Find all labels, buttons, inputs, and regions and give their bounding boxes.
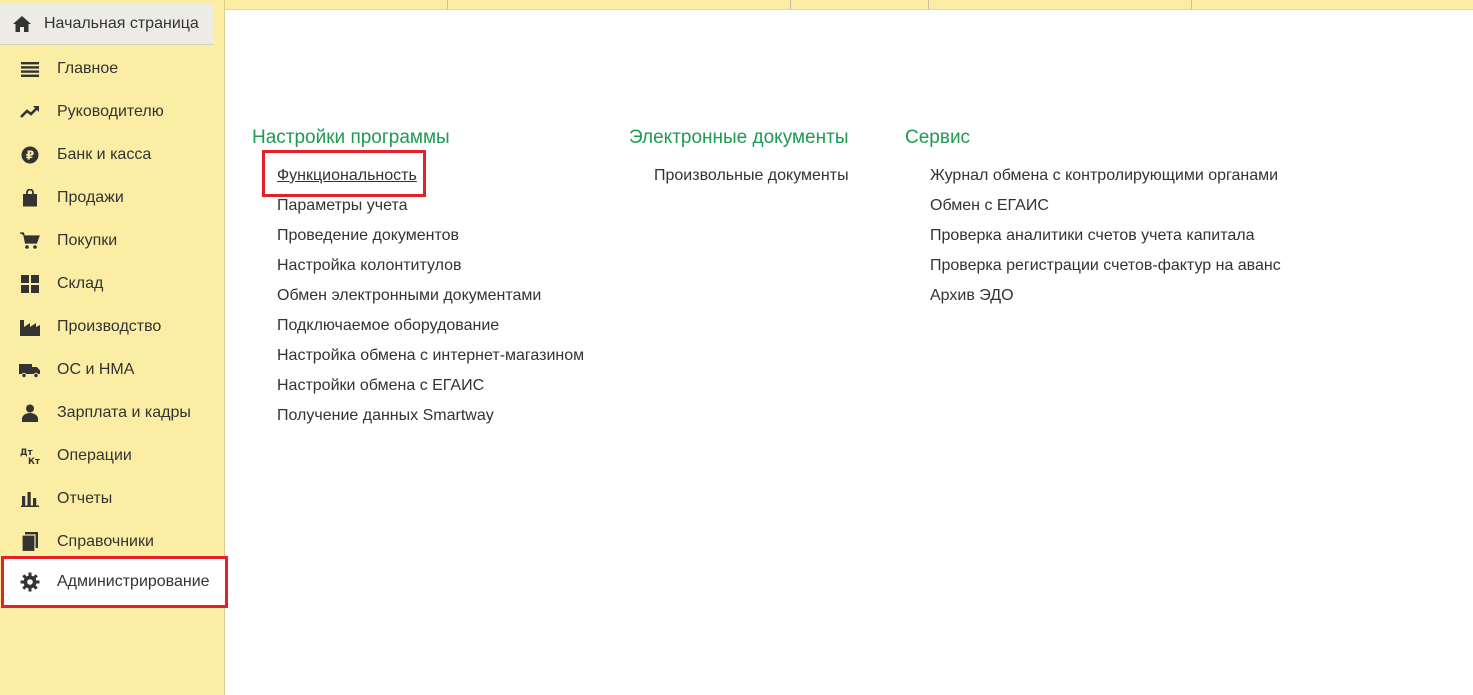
sidebar-item-salary[interactable]: Зарплата и кадры (0, 391, 225, 434)
sidebar-item-production[interactable]: Производство (0, 305, 225, 348)
section-title-service: Сервис (905, 127, 971, 148)
dt-kt-icon: Дт Кт (19, 445, 41, 467)
link-capital-analytics-check[interactable]: Проверка аналитики счетов учета капитала (930, 226, 1255, 246)
list-icon (19, 58, 41, 80)
book-icon (19, 531, 41, 553)
sidebar-item-label: Отчеты (57, 489, 113, 507)
gear-icon (19, 571, 41, 593)
open-tabs-strip (225, 0, 1473, 10)
sidebar-item-label: Зарплата и кадры (57, 403, 191, 421)
sidebar-item-sales[interactable]: Продажи (0, 176, 225, 219)
svg-text:Кт: Кт (28, 457, 40, 466)
sidebar-item-label: Производство (57, 317, 162, 335)
link-document-posting[interactable]: Проведение документов (277, 226, 459, 246)
home-label: Начальная страница (44, 15, 199, 32)
link-advance-invoice-check[interactable]: Проверка регистрации счетов-фактур на ав… (930, 256, 1281, 276)
link-functionality[interactable]: Функциональность (277, 166, 417, 186)
link-egais-exchange-settings[interactable]: Настройки обмена с ЕГАИС (277, 376, 484, 396)
shopping-bag-icon (19, 187, 41, 209)
link-electronic-exchange[interactable]: Обмен электронными документами (277, 286, 541, 306)
tab-separator (928, 0, 929, 10)
sidebar-item-label: ОС и НМА (57, 360, 135, 378)
sidebar-item-label: Администрирование (57, 573, 210, 590)
bar-chart-icon (19, 488, 41, 510)
tab-separator (447, 0, 448, 10)
sidebar-item-label: Главное (57, 59, 119, 77)
sidebar: Начальная страница Главное Руководителю … (0, 0, 228, 695)
section-title-program-settings: Настройки программы (252, 127, 450, 148)
truck-icon (19, 359, 41, 381)
sidebar-item-fixed-assets[interactable]: ОС и НМА (0, 348, 225, 391)
home-icon (12, 14, 32, 34)
sidebar-item-bank[interactable]: ₽ Банк и касса (0, 133, 225, 176)
sidebar-item-warehouse[interactable]: Склад (0, 262, 225, 305)
tab-separator (1191, 0, 1192, 10)
sidebar-item-main[interactable]: Главное (0, 47, 225, 90)
sidebar-item-administration[interactable]: Администрирование (1, 556, 228, 608)
sidebar-item-label: Справочники (57, 532, 154, 550)
link-headers-footers[interactable]: Настройка колонтитулов (277, 256, 462, 276)
sidebar-item-manager[interactable]: Руководителю (0, 90, 225, 133)
link-regulatory-exchange-log[interactable]: Журнал обмена с контролирующими органами (930, 166, 1278, 186)
factory-icon (19, 316, 41, 338)
section-title-electronic-documents: Электронные документы (629, 127, 849, 148)
ruble-icon: ₽ (19, 144, 41, 166)
person-icon (19, 402, 41, 424)
sidebar-item-reports[interactable]: Отчеты (0, 477, 225, 520)
trend-up-icon (19, 101, 41, 123)
sidebar-item-label: Покупки (57, 231, 118, 249)
home-page-button[interactable]: Начальная страница (0, 4, 214, 45)
tab-separator (790, 0, 791, 10)
link-connected-equipment[interactable]: Подключаемое оборудование (277, 316, 499, 336)
link-online-store-exchange[interactable]: Настройка обмена с интернет-магазином (277, 346, 584, 366)
sidebar-item-purchases[interactable]: Покупки (0, 219, 225, 262)
sidebar-item-label: Операции (57, 446, 132, 464)
svg-text:₽: ₽ (26, 148, 34, 162)
link-egais-exchange[interactable]: Обмен с ЕГАИС (930, 196, 1049, 216)
cart-icon (19, 230, 41, 252)
link-edo-archive[interactable]: Архив ЭДО (930, 286, 1014, 306)
sidebar-item-label: Банк и касса (57, 145, 152, 163)
sidebar-item-label: Руководителю (57, 102, 164, 120)
link-smartway-data[interactable]: Получение данных Smartway (277, 406, 494, 426)
sidebar-item-operations[interactable]: Дт Кт Операции (0, 434, 225, 477)
sidebar-item-label: Склад (57, 274, 104, 292)
link-arbitrary-documents[interactable]: Произвольные документы (654, 166, 849, 186)
link-accounting-parameters[interactable]: Параметры учета (277, 196, 407, 216)
sidebar-item-label: Продажи (57, 188, 124, 206)
warehouse-icon (19, 273, 41, 295)
